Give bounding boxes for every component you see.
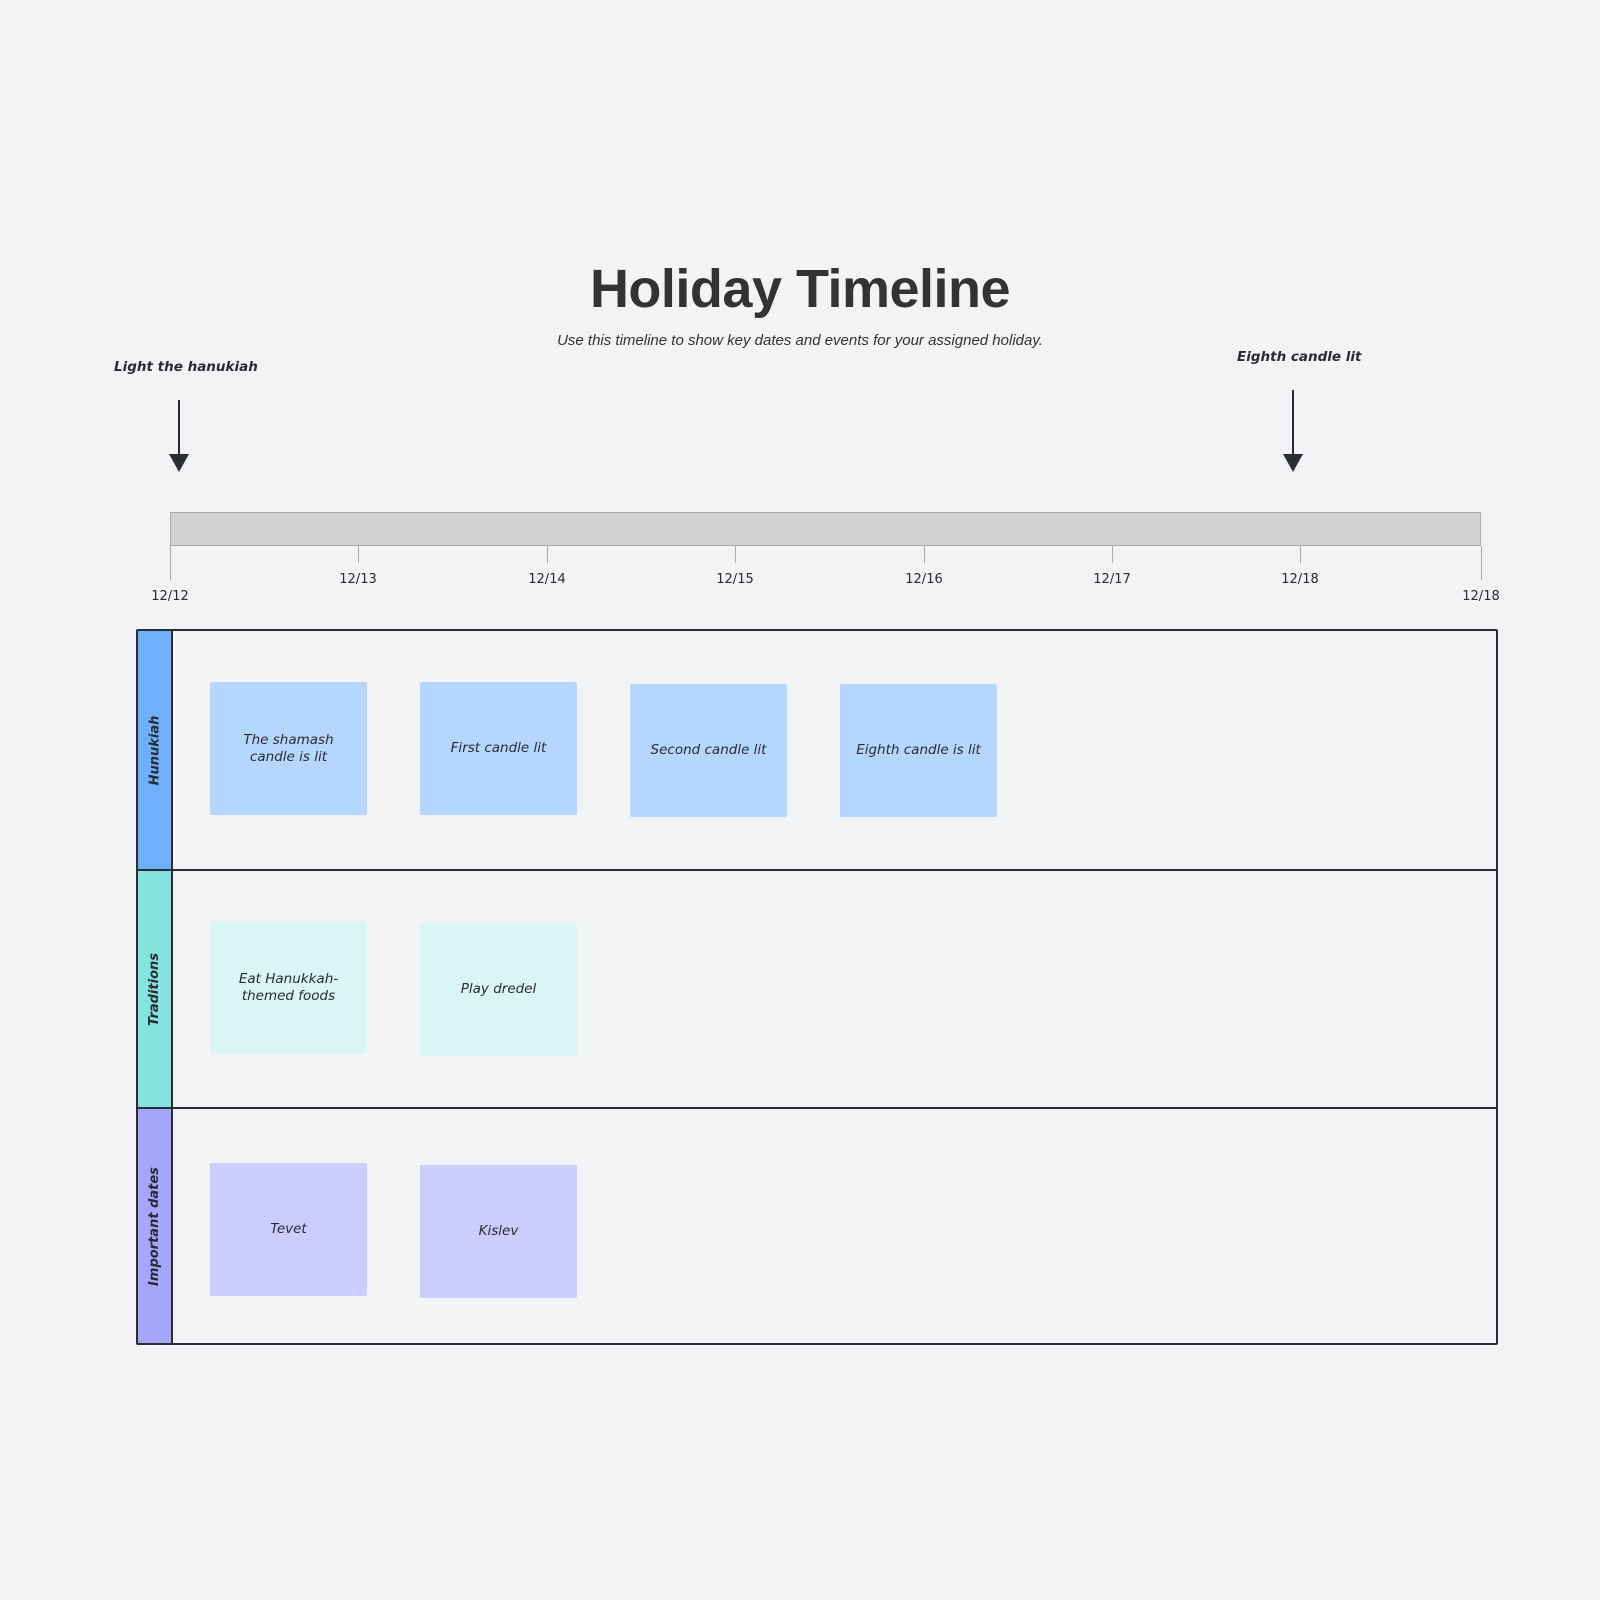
lane-important-dates: Important dates Tevet Kislev: [138, 1107, 1496, 1343]
timeline-tick: [1300, 546, 1301, 563]
timeline-tick: [547, 546, 548, 563]
sticky-note[interactable]: Kislev: [420, 1165, 577, 1298]
lane-traditions: Traditions Eat Hanukkah-themed foods Pla…: [138, 869, 1496, 1107]
timeline-tick: [924, 546, 925, 563]
timeline-tick: [1481, 546, 1482, 580]
lane-hunukiah: Hunukiah The shamash candle is lit First…: [138, 631, 1496, 869]
timeline-tick-label: 12/18: [1281, 572, 1319, 587]
marker-label-end[interactable]: Eighth candle lit: [1237, 349, 1361, 365]
timeline-tick-label: 12/17: [1093, 572, 1131, 587]
timeline-tick-label: 12/18: [1462, 589, 1500, 604]
swimlane-board: Hunukiah The shamash candle is lit First…: [136, 629, 1498, 1345]
timeline-tick-label: 12/15: [716, 572, 754, 587]
sticky-note[interactable]: Eighth candle is lit: [840, 684, 997, 817]
timeline-tick: [1112, 546, 1113, 563]
sticky-note[interactable]: Eat Hanukkah-themed foods: [210, 921, 367, 1054]
timeline-tick-label: 12/16: [905, 572, 943, 587]
lane-header[interactable]: Important dates: [138, 1109, 173, 1343]
timeline-tick: [170, 546, 171, 580]
sticky-note[interactable]: Play dredel: [420, 923, 577, 1056]
lane-header[interactable]: Hunukiah: [138, 631, 173, 869]
timeline-tick-label: 12/14: [528, 572, 566, 587]
sticky-note[interactable]: First candle lit: [420, 682, 577, 815]
lane-label: Important dates: [147, 1166, 162, 1286]
arrow-down-icon: [169, 400, 189, 472]
lane-label: Hunukiah: [147, 715, 162, 785]
timeline-bar: [170, 512, 1481, 546]
timeline-tick: [735, 546, 736, 563]
arrow-down-icon: [1283, 390, 1303, 472]
marker-label-start[interactable]: Light the hanukiah: [114, 359, 258, 375]
timeline-tick: [358, 546, 359, 563]
page-subtitle: Use this timeline to show key dates and …: [557, 332, 1043, 349]
sticky-note[interactable]: The shamash candle is lit: [210, 682, 367, 815]
page-title: Holiday Timeline: [589, 259, 1011, 319]
sticky-note[interactable]: Second candle lit: [630, 684, 787, 817]
timeline-tick-label: 12/13: [339, 572, 377, 587]
timeline-tick-label: 12/12: [151, 589, 189, 604]
sticky-note[interactable]: Tevet: [210, 1163, 367, 1296]
lane-header[interactable]: Traditions: [138, 871, 173, 1107]
lane-label: Traditions: [147, 952, 163, 1026]
